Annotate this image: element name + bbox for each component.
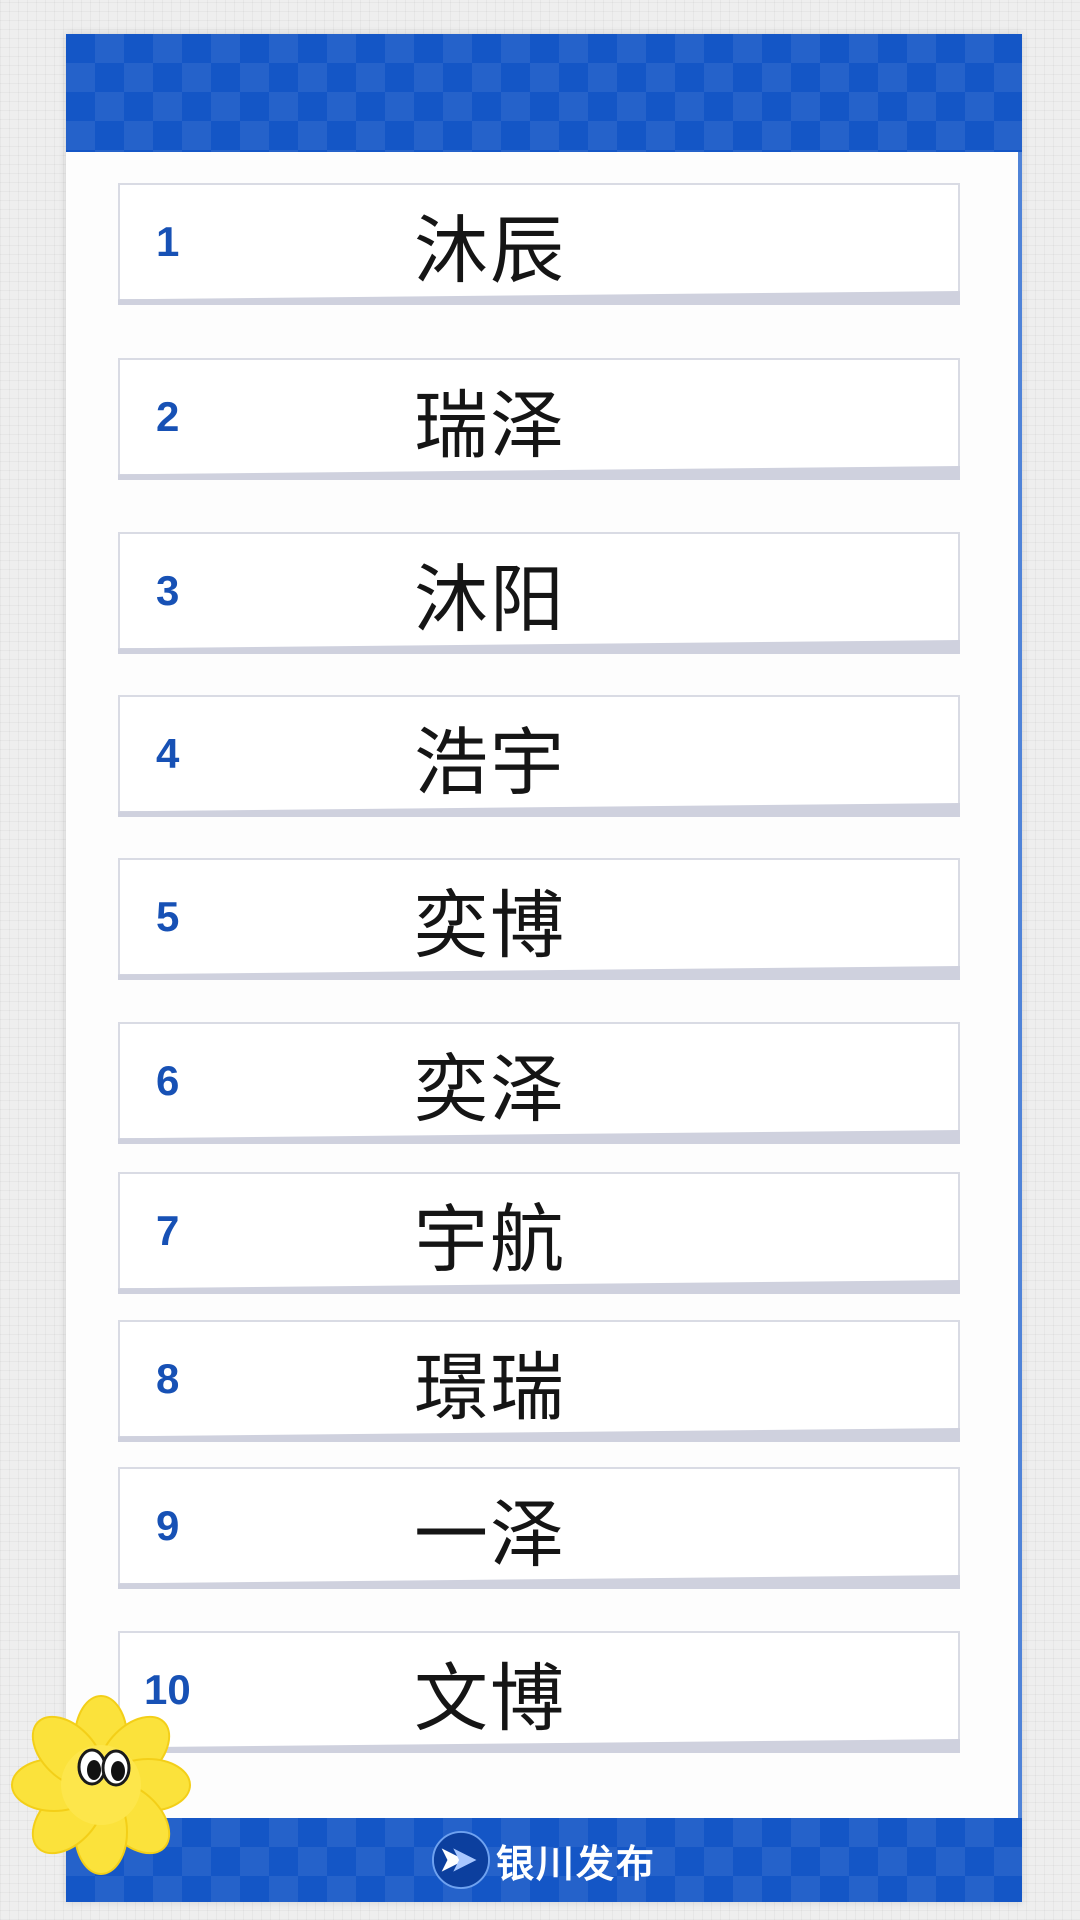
rank-number: 3 [156,567,180,614]
ranking-row: 5 奕博 [118,858,960,976]
rank-number: 9 [156,1502,180,1549]
brand-footer: 银川发布 [66,1818,1022,1902]
card-edge [1018,152,1022,1818]
baby-name: 浩宇 [414,719,566,806]
chevron-arrow-logo-icon [431,1831,490,1889]
ranking-row: 3 沐阳 [118,532,960,650]
ranking-row: 8 璟瑞 [118,1320,960,1438]
rank-number: 8 [156,1355,180,1402]
ranking-row: 10 文博 [118,1631,960,1749]
yellow-flower-mascot-icon [11,1695,191,1875]
baby-name: 奕博 [414,882,566,969]
baby-name: 瑞泽 [414,382,566,469]
ranking-row: 7 宇航 [118,1172,960,1290]
rank-number: 1 [156,218,180,265]
rank-number: 2 [156,393,180,440]
baby-name: 奕泽 [414,1046,566,1133]
baby-name: 沐阳 [414,556,566,643]
rank-number: 7 [156,1207,180,1254]
rank-number: 4 [156,730,180,777]
ranking-row: 2 瑞泽 [118,358,960,476]
baby-name: 沐辰 [414,207,566,294]
ranking-row: 6 奕泽 [118,1022,960,1140]
ranking-row: 1 沐辰 [118,183,960,301]
baby-name: 璟瑞 [414,1344,566,1431]
brand-name: 银川发布 [495,1841,656,1886]
baby-name: 一泽 [414,1491,566,1578]
ranking-card: 1 沐辰 2 瑞泽 3 沐阳 4 浩宇 5 奕博 6 奕泽 7 宇航 8 璟瑞 … [66,34,1022,1902]
ranking-row: 4 浩宇 [118,695,960,813]
rank-number: 5 [156,893,180,940]
header-band [66,34,1022,152]
rank-number: 6 [156,1057,180,1104]
baby-name: 宇航 [414,1196,566,1283]
ranking-row: 9 一泽 [118,1467,960,1585]
baby-name: 文博 [414,1655,566,1742]
